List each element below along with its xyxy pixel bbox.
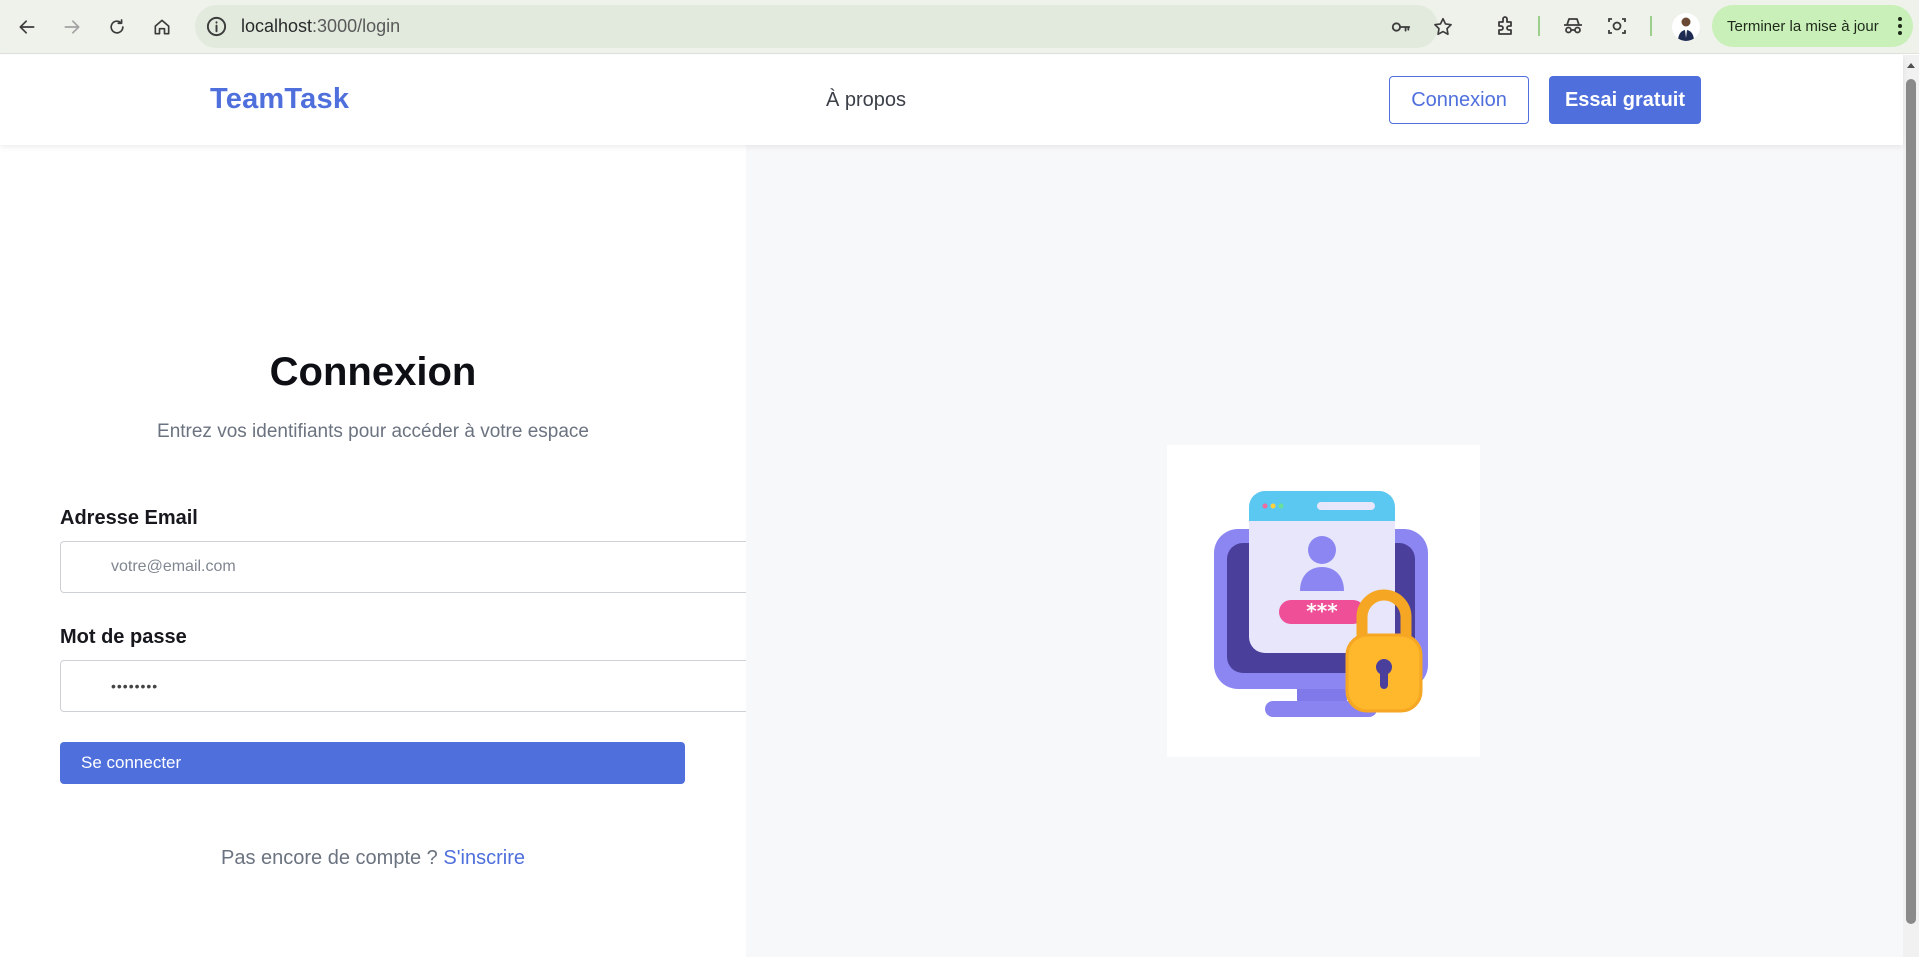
- scroll-up-arrow-icon[interactable]: [1906, 61, 1916, 71]
- site-info-icon[interactable]: [205, 15, 228, 38]
- email-placeholder: votre@email.com: [111, 558, 236, 575]
- arrow-right-icon: [64, 20, 80, 34]
- profile-avatar[interactable]: [1672, 13, 1700, 41]
- header-login-button[interactable]: Connexion: [1389, 76, 1529, 124]
- profile-photo-icon: [1678, 17, 1694, 41]
- password-label: Mot de passe: [60, 626, 187, 648]
- back-button[interactable]: [9, 9, 45, 45]
- arrow-left-icon: [19, 20, 35, 34]
- finish-update-button[interactable]: Terminer la mise à jour: [1712, 5, 1913, 47]
- sign-in-button[interactable]: Se connecter: [60, 742, 685, 784]
- signup-prompt: Pas encore de compte ? S'inscrire: [0, 847, 746, 870]
- email-field[interactable]: votre@email.com: [60, 541, 757, 593]
- signup-prompt-text: Pas encore de compte ?: [221, 847, 438, 869]
- brand-logo[interactable]: TeamTask: [210, 83, 349, 116]
- scrollbar-thumb[interactable]: [1906, 79, 1916, 924]
- forward-button[interactable]: [54, 9, 90, 45]
- home-button[interactable]: [144, 9, 180, 45]
- password-value: ••••••••: [111, 678, 159, 694]
- url-host: localhost: [241, 16, 313, 36]
- login-title: Connexion: [269, 350, 477, 394]
- browser-toolbar: localhost:3000/login Terminer la mise à …: [0, 0, 1919, 54]
- address-bar[interactable]: localhost:3000/login: [195, 5, 1452, 48]
- login-illustration: ***: [1167, 445, 1480, 757]
- screenshot-icon[interactable]: [1605, 14, 1629, 38]
- toolbar-separator: [1650, 16, 1652, 36]
- page-scrollbar[interactable]: [1903, 55, 1919, 957]
- url-path: :3000/login: [312, 16, 401, 36]
- toolbar-separator: [1538, 16, 1540, 36]
- site-header: TeamTask À propos Connexion Essai gratui…: [0, 55, 1903, 145]
- password-field[interactable]: ••••••••: [60, 660, 757, 712]
- star-icon[interactable]: [1432, 16, 1454, 38]
- nav-link-about[interactable]: À propos: [826, 89, 906, 112]
- reload-icon: [110, 19, 124, 34]
- reload-button[interactable]: [99, 9, 135, 45]
- url-text[interactable]: localhost:3000/login: [241, 16, 400, 37]
- incognito-icon[interactable]: [1561, 14, 1585, 38]
- secure-login-illustration-icon: ***: [1214, 491, 1428, 717]
- signup-link[interactable]: S'inscrire: [443, 847, 525, 869]
- key-icon[interactable]: [1390, 16, 1412, 38]
- free-trial-button[interactable]: Essai gratuit: [1549, 76, 1701, 124]
- home-icon: [154, 19, 170, 35]
- login-panel: Connexion Entrez vos identifiants pour a…: [0, 145, 757, 957]
- more-vert-icon: [1898, 17, 1902, 35]
- login-subtitle: Entrez vos identifiants pour accéder à v…: [157, 421, 589, 442]
- finish-update-label: Terminer la mise à jour: [1727, 17, 1879, 35]
- extensions-icon[interactable]: [1494, 14, 1518, 38]
- password-mask-text: ***: [1306, 599, 1338, 623]
- email-label: Adresse Email: [60, 507, 198, 529]
